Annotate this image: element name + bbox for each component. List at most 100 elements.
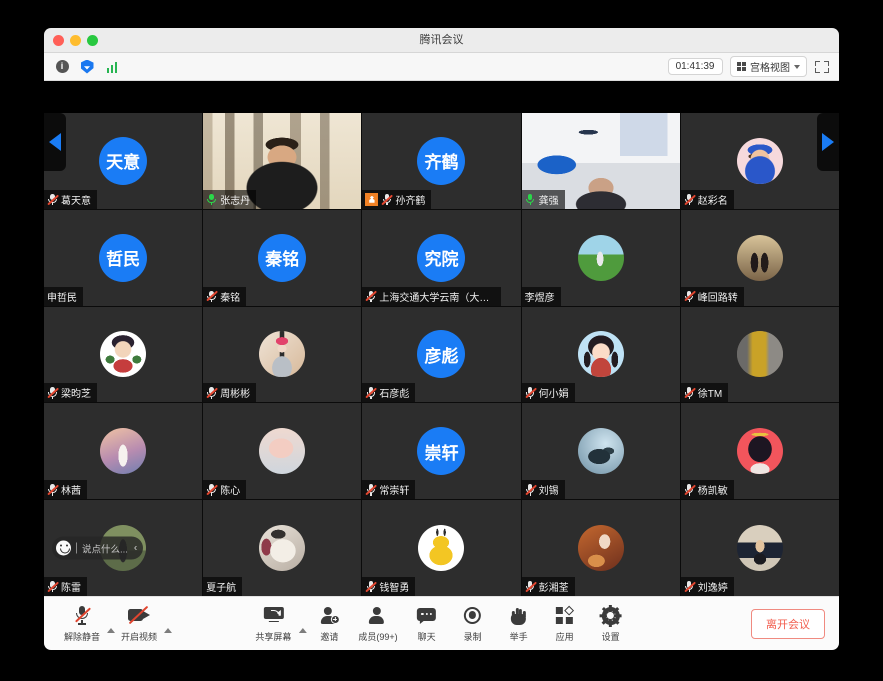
participant-tile[interactable]: 陈心 xyxy=(203,403,362,500)
record-button[interactable]: 录制 xyxy=(450,605,496,643)
participant-name-bar: 徐TM xyxy=(680,383,729,403)
participant-tile[interactable]: 夏子航 xyxy=(203,500,362,596)
participant-name-bar: 张志丹 xyxy=(203,189,257,209)
grid-view-icon xyxy=(736,61,746,72)
participant-tile[interactable]: 崇轩 常崇轩 xyxy=(362,403,521,500)
participant-tile[interactable]: 龚强 xyxy=(521,113,680,209)
participant-tile[interactable]: 钱智勇 xyxy=(362,500,521,596)
shield-icon[interactable] xyxy=(78,58,96,76)
control-label: 解除静音 xyxy=(64,631,101,642)
next-page-arrow[interactable] xyxy=(817,113,839,171)
chevron-up-icon[interactable] xyxy=(107,627,116,633)
participant-tile[interactable]: 张志丹 xyxy=(203,113,362,209)
control-label: 成员(99+) xyxy=(358,631,398,642)
video-stage: 天意 葛天意 张志丹 齐鹤 孙齐鹤 龚强 赵彩名 哲民 申哲民 秦铭 秦铭 究院… xyxy=(44,81,839,596)
participant-tile[interactable]: 陈雷 说点什么... ‹ xyxy=(44,500,203,596)
participant-tile[interactable]: 哲民 申哲民 xyxy=(44,209,203,306)
participant-name-bar: 刘逸婷 xyxy=(680,577,734,596)
participant-tile[interactable]: 峰回路转 xyxy=(680,209,839,306)
view-mode-selector[interactable]: 宫格视图 xyxy=(729,56,807,77)
minimize-button[interactable] xyxy=(70,35,81,46)
participant-name-bar: 周彬彬 xyxy=(203,383,257,403)
participant-name: 孙齐鹤 xyxy=(395,195,426,207)
close-button[interactable] xyxy=(53,35,64,46)
fullscreen-icon[interactable] xyxy=(814,59,830,75)
participant-name-bar: 石彦彪 xyxy=(362,383,416,403)
participant-tile[interactable]: 梁昀芝 xyxy=(44,306,203,403)
mic-muted-icon xyxy=(524,580,537,593)
mic-muted-icon xyxy=(524,483,537,496)
participant-tile[interactable]: 刘逸婷 xyxy=(680,500,839,596)
participant-tile[interactable]: 李煜彦 xyxy=(521,209,680,306)
participant-name: 峰回路转 xyxy=(697,292,738,304)
smiley-icon[interactable] xyxy=(56,540,71,556)
avatar xyxy=(577,525,624,572)
participant-name: 陈雷 xyxy=(61,583,81,594)
traffic-lights xyxy=(53,35,98,46)
prev-page-arrow[interactable] xyxy=(44,113,66,171)
participant-name-bar: 彭湘荃 xyxy=(521,577,575,596)
control-label: 设置 xyxy=(601,631,620,642)
participant-tile[interactable]: 齐鹤 孙齐鹤 xyxy=(362,113,521,209)
participant-name-bar: 上海交通大学云南（大理... xyxy=(362,286,502,306)
apps-button[interactable]: 应用 xyxy=(542,605,588,643)
meeting-timer: 01:41:39 xyxy=(667,58,723,75)
window-title: 腾讯会议 xyxy=(419,34,464,46)
participant-name: 杨凯敏 xyxy=(697,486,728,498)
mic-muted-icon xyxy=(684,580,696,593)
participant-name: 葛天意 xyxy=(61,195,91,207)
mic-muted-icon xyxy=(365,483,378,496)
participant-tile[interactable]: 彦彪 石彦彪 xyxy=(362,306,521,403)
invite-button[interactable]: 邀请 xyxy=(306,605,352,643)
raise-hand-button[interactable]: 举手 xyxy=(496,605,542,643)
camera-off-icon xyxy=(128,605,151,627)
avatar xyxy=(736,234,783,281)
chevron-up-icon[interactable] xyxy=(164,627,173,633)
participant-tile[interactable]: 周彬彬 xyxy=(203,306,362,403)
participant-name-bar: 林茜 xyxy=(44,480,87,500)
participant-tile[interactable]: 秦铭 秦铭 xyxy=(203,209,362,306)
participant-name-bar: 李煜彦 xyxy=(521,286,561,306)
participant-tile[interactable]: 何小娟 xyxy=(521,306,680,403)
mic-muted-icon xyxy=(365,386,378,399)
participant-tile[interactable]: 天意 葛天意 xyxy=(44,113,203,209)
control-label: 邀请 xyxy=(320,631,339,642)
participant-tile[interactable]: 究院 上海交通大学云南（大理... xyxy=(362,209,521,306)
participant-name-bar: 峰回路转 xyxy=(680,286,744,306)
leave-meeting-button[interactable]: 离开会议 xyxy=(751,608,825,639)
members-icon xyxy=(369,605,388,627)
avatar xyxy=(736,428,783,475)
participant-tile[interactable]: 刘锡 xyxy=(521,403,680,500)
participant-tile[interactable]: 杨凯敏 xyxy=(680,403,839,500)
participant-name-bar: 陈心 xyxy=(203,480,247,500)
info-icon[interactable]: i xyxy=(53,58,71,76)
participant-tile[interactable]: 徐TM xyxy=(680,306,839,403)
chat-icon xyxy=(417,605,437,627)
chat-button[interactable]: 聊天 xyxy=(404,605,450,643)
record-icon xyxy=(464,605,482,627)
mic-muted-icon xyxy=(684,483,696,496)
mic-muted-icon xyxy=(75,605,91,627)
camera-off-button[interactable]: 开启视频 xyxy=(115,605,163,643)
info-glyph: i xyxy=(55,60,69,73)
mic-muted-button[interactable]: 解除静音 xyxy=(58,605,106,643)
participant-tile[interactable]: 彭湘荃 xyxy=(521,500,680,596)
avatar xyxy=(259,525,306,572)
settings-button[interactable]: 设置 xyxy=(588,604,634,643)
participant-name-bar: 葛天意 xyxy=(44,189,97,209)
quick-chat-input[interactable]: 说点什么... ‹ xyxy=(52,536,144,560)
collapse-chat-icon[interactable]: ‹ xyxy=(134,543,137,553)
share-screen-button[interactable]: 共享屏幕 xyxy=(249,605,297,643)
zoom-button[interactable] xyxy=(87,35,98,46)
chevron-up-icon[interactable] xyxy=(298,627,307,633)
chevron-down-icon xyxy=(794,64,800,69)
mic-muted-icon xyxy=(381,193,394,206)
participant-name: 李煜彦 xyxy=(524,292,555,304)
signal-icon[interactable] xyxy=(103,58,121,76)
participant-tile[interactable]: 赵彩名 xyxy=(680,113,839,209)
participant-name: 张志丹 xyxy=(220,195,251,207)
avatar: 天意 xyxy=(99,136,148,185)
settings-icon xyxy=(599,604,622,627)
members-button[interactable]: 成员(99+) xyxy=(352,605,403,643)
participant-tile[interactable]: 林茜 xyxy=(44,403,203,500)
